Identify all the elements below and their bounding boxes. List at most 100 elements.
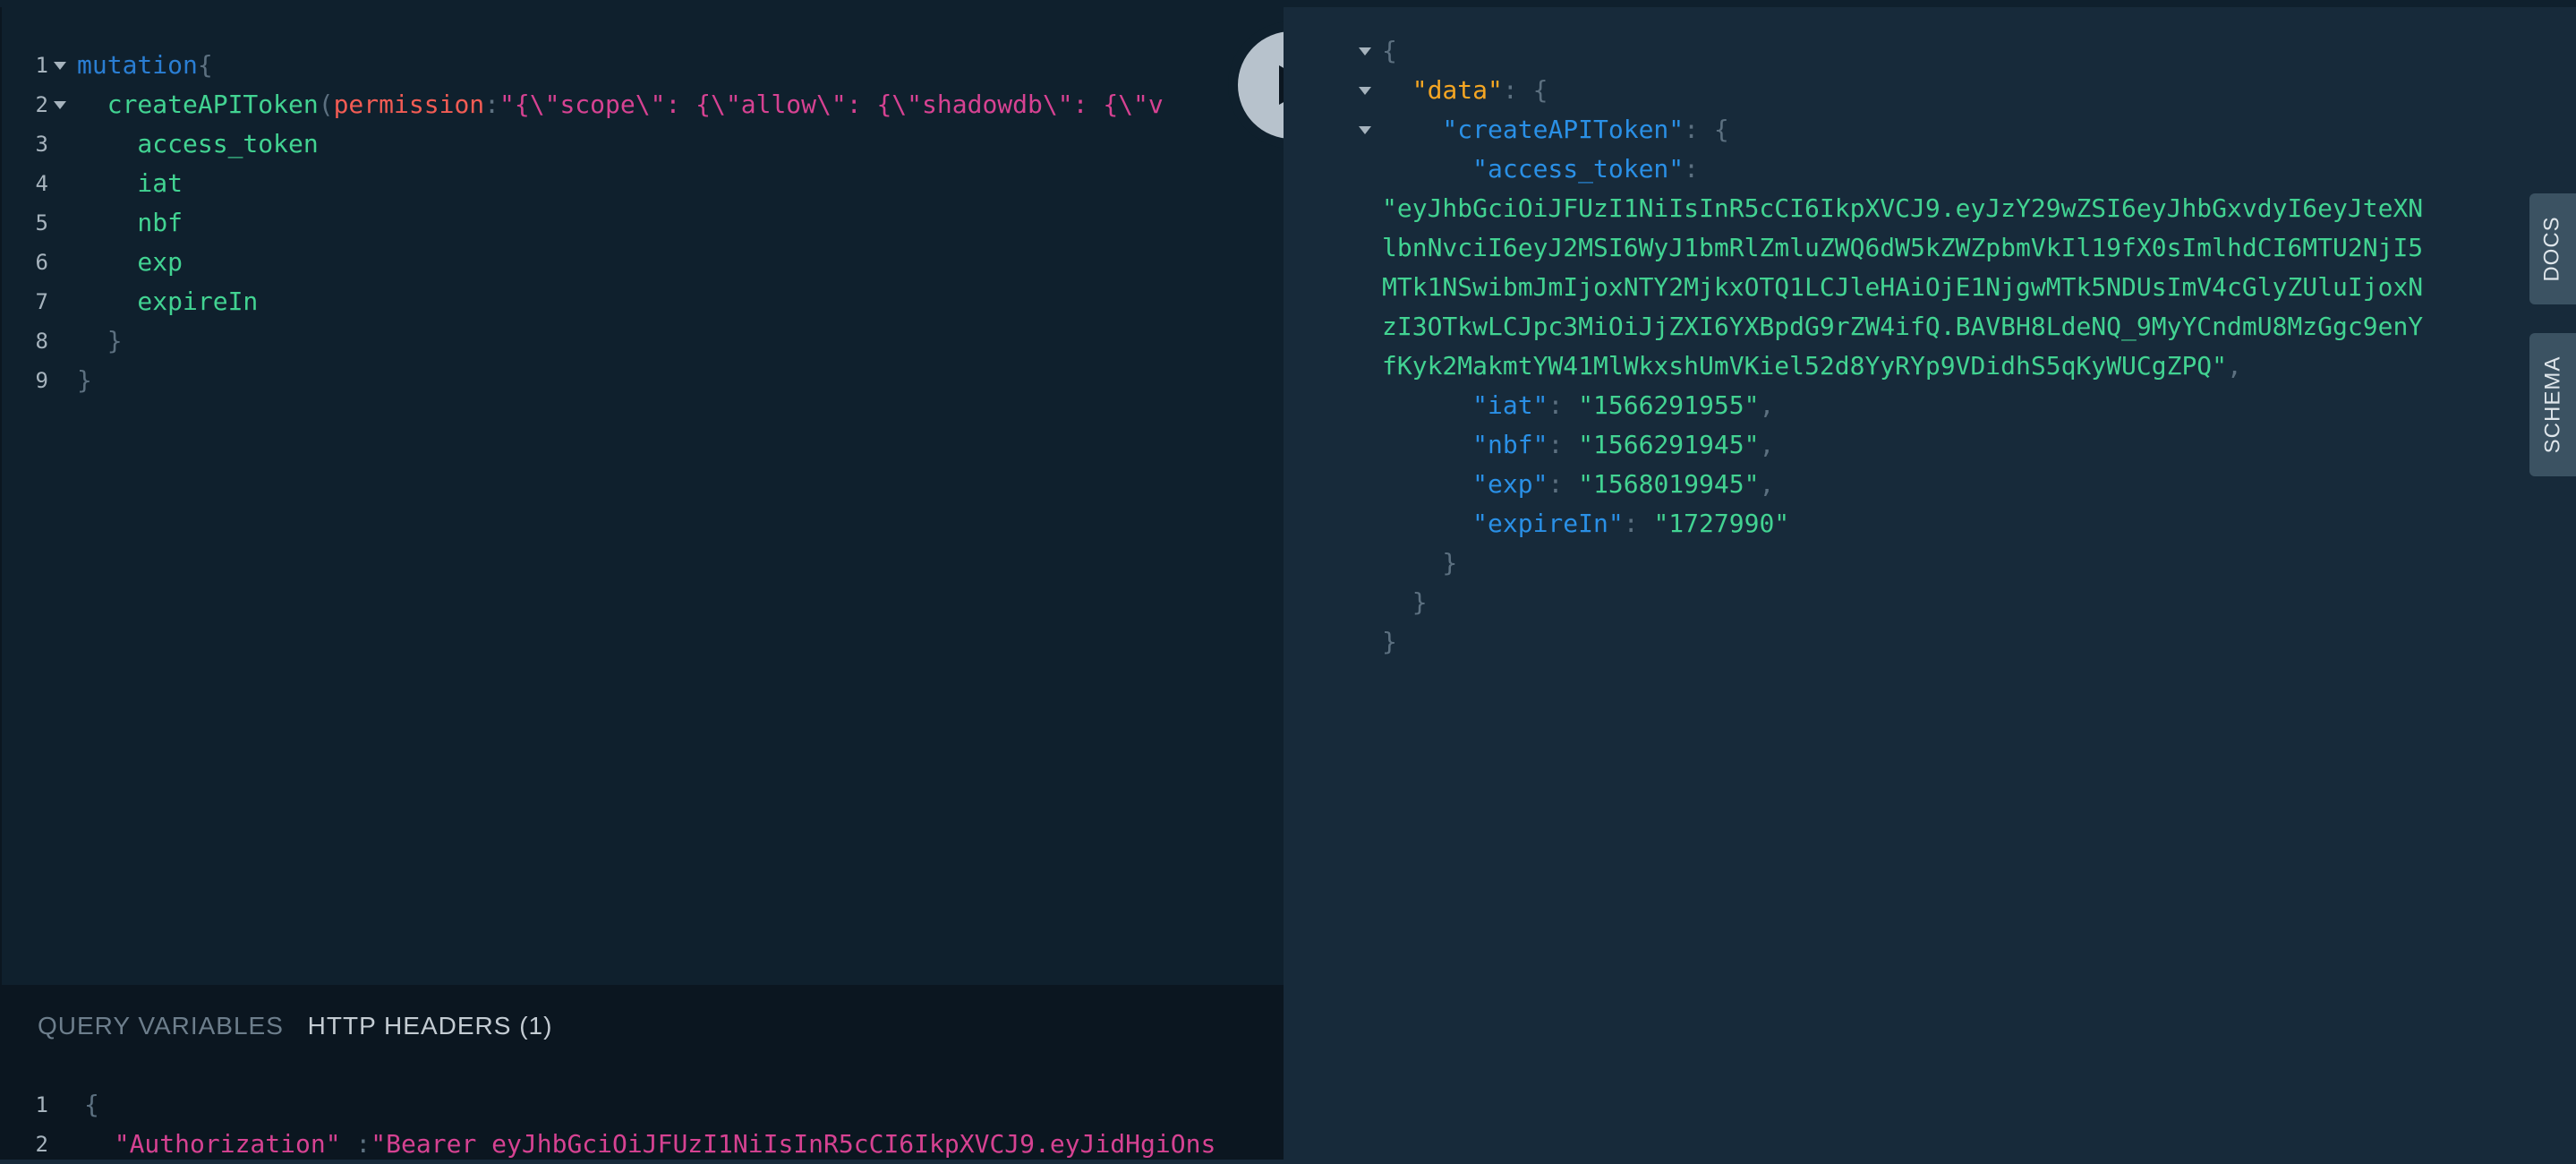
code-token: mutation [77, 50, 198, 80]
top-border [0, 0, 2576, 7]
code-token: nbf [77, 208, 183, 237]
code-token: "data" [1382, 75, 1503, 105]
code-token: MTk1NSwibmJmIjoxNTY2MjkxOTQ1LCJleHAiOjE1… [1382, 272, 2424, 302]
code-text: } [77, 321, 123, 361]
result-pane: { "data": { "createAPIToken": { "access_… [1284, 7, 2528, 1160]
code-text: "data": { [1382, 71, 1548, 110]
code-token: "createAPIToken" [1382, 115, 1685, 144]
fold-arrow-icon[interactable] [1359, 47, 1371, 56]
code-token: "1568019945" [1578, 469, 1760, 499]
code-token: expireIn [77, 287, 259, 316]
code-token: , [2227, 351, 2242, 381]
code-text: "createAPIToken": { [1382, 110, 1729, 150]
line-number: 5 [35, 210, 48, 235]
line-number: 8 [35, 329, 48, 354]
code-token: : [1623, 509, 1654, 538]
code-text: fKyk2MakmtYW41MlWkxshUmVKiel52d8YyRYp9VD… [1382, 347, 2242, 386]
code-text: lbnNvciI6eyJ2MSI6WyJ1bmRlZmluZWQ6dW5kZWZ… [1382, 228, 2423, 268]
code-text: zI3OTkwLCJpc3MiOiJjZXI6YXBpdG9rZW4ifQ.BA… [1382, 307, 2423, 347]
line-number: 6 [35, 250, 48, 275]
code-token: } [1382, 627, 1397, 656]
tab-http-headers[interactable]: HTTP HEADERS (1) [308, 1012, 553, 1040]
docs-tab-label: DOCS [2540, 216, 2564, 282]
fold-arrow-icon[interactable] [54, 62, 66, 70]
code-text: { [1382, 31, 1397, 71]
code-token: access_token [77, 129, 319, 158]
variables-headers-panel: QUERY VARIABLES HTTP HEADERS (1) 1 {2 "Au… [0, 985, 1285, 1160]
code-text: MTk1NSwibmJmIjoxNTY2MjkxOTQ1LCJleHAiOjE1… [1382, 268, 2423, 307]
code-token: { [1382, 36, 1397, 65]
fold-arrow-icon[interactable] [1359, 126, 1371, 134]
code-token: { [197, 50, 213, 80]
code-text: createAPIToken(permission:"{\"scope\": {… [77, 85, 1164, 124]
code-token: "1566291955" [1578, 390, 1760, 420]
code-token: } [77, 326, 123, 355]
code-text: "exp": "1568019945", [1382, 465, 1774, 504]
tab-query-variables[interactable]: QUERY VARIABLES [38, 1012, 284, 1040]
code-text: "iat": "1566291955", [1382, 386, 1774, 425]
code-token: : [1548, 390, 1579, 420]
code-text: "Authorization" :"Bearer eyJhbGciOiJFUzI… [84, 1125, 1216, 1164]
code-text: { [84, 1085, 99, 1125]
code-token: "exp" [1382, 469, 1548, 499]
schema-tab-label: SCHEMA [2540, 355, 2564, 454]
line-number: 1 [35, 53, 48, 78]
code-text: iat [77, 164, 183, 203]
code-token: : { [1502, 75, 1548, 105]
code-token: "Bearer eyJhbGciOiJFUzI1NiIsInR5cCI6IkpX… [371, 1129, 1216, 1159]
code-token: } [1382, 548, 1458, 578]
code-token: exp [77, 247, 183, 277]
docs-tab[interactable]: DOCS [2529, 193, 2576, 304]
line-number: 4 [35, 171, 48, 196]
code-text: } [1382, 583, 1428, 622]
code-text: "nbf": "1566291945", [1382, 425, 1774, 465]
code-token: : [1684, 154, 1700, 184]
code-token: permission [333, 90, 485, 119]
code-token: { [84, 1090, 99, 1119]
code-token: fKyk2MakmtYW41MlWkxshUmVKiel52d8YyRYp9VD… [1382, 351, 2228, 381]
code-token: "eyJhbGciOiJFUzI1NiIsInR5cCI6IkpXVCJ9.ey… [1382, 193, 2424, 223]
code-text: } [77, 361, 92, 400]
code-token: , [1759, 390, 1775, 420]
code-token: : [340, 1129, 371, 1159]
code-token: "access_token" [1382, 154, 1685, 184]
code-token: iat [77, 168, 183, 198]
code-text: "expireIn": "1727990" [1382, 504, 1789, 543]
code-text: access_token [77, 124, 319, 164]
code-text: "eyJhbGciOiJFUzI1NiIsInR5cCI6IkpXVCJ9.ey… [1382, 189, 2423, 228]
code-text: expireIn [77, 282, 258, 321]
code-token: "{\"scope\": {\"allow\": {\"shadowdb\": … [499, 90, 1164, 119]
line-number: 2 [35, 1132, 48, 1157]
query-editor[interactable]: 1 mutation{2 createAPIToken(permission:"{… [0, 7, 1285, 985]
code-text: } [1382, 543, 1457, 583]
code-token: lbnNvciI6eyJ2MSI6WyJ1bmRlZmluZWQ6dW5kZWZ… [1382, 233, 2424, 262]
schema-tab[interactable]: SCHEMA [2529, 333, 2576, 476]
code-token: "iat" [1382, 390, 1548, 420]
fold-arrow-icon[interactable] [54, 101, 66, 109]
line-number: 7 [35, 289, 48, 314]
code-token: createAPIToken [77, 90, 319, 119]
code-token: "1727990" [1653, 509, 1790, 538]
code-text: } [1382, 622, 1397, 662]
code-token: "nbf" [1382, 430, 1548, 459]
code-token: : [1548, 430, 1579, 459]
code-token: ( [318, 90, 334, 119]
code-token: } [1382, 587, 1428, 617]
code-token: : { [1684, 115, 1729, 144]
code-token: zI3OTkwLCJpc3MiOiJjZXI6YXBpdG9rZW4ifQ.BA… [1382, 312, 2424, 341]
fold-arrow-icon[interactable] [1359, 87, 1371, 95]
code-token: : [484, 90, 500, 119]
code-token: "expireIn" [1382, 509, 1624, 538]
code-token: : [1548, 469, 1579, 499]
bottom-panel-tabs: QUERY VARIABLES HTTP HEADERS (1) [38, 1012, 568, 1040]
code-token: , [1759, 469, 1775, 499]
code-text: exp [77, 243, 183, 282]
code-text: "access_token": [1382, 150, 1699, 189]
code-token: "1566291945" [1578, 430, 1760, 459]
line-number: 9 [35, 368, 48, 393]
code-token: } [77, 365, 92, 395]
line-number: 2 [35, 92, 48, 117]
code-token: "Authorization" [84, 1129, 341, 1159]
line-number: 3 [35, 132, 48, 157]
code-text: nbf [77, 203, 183, 243]
